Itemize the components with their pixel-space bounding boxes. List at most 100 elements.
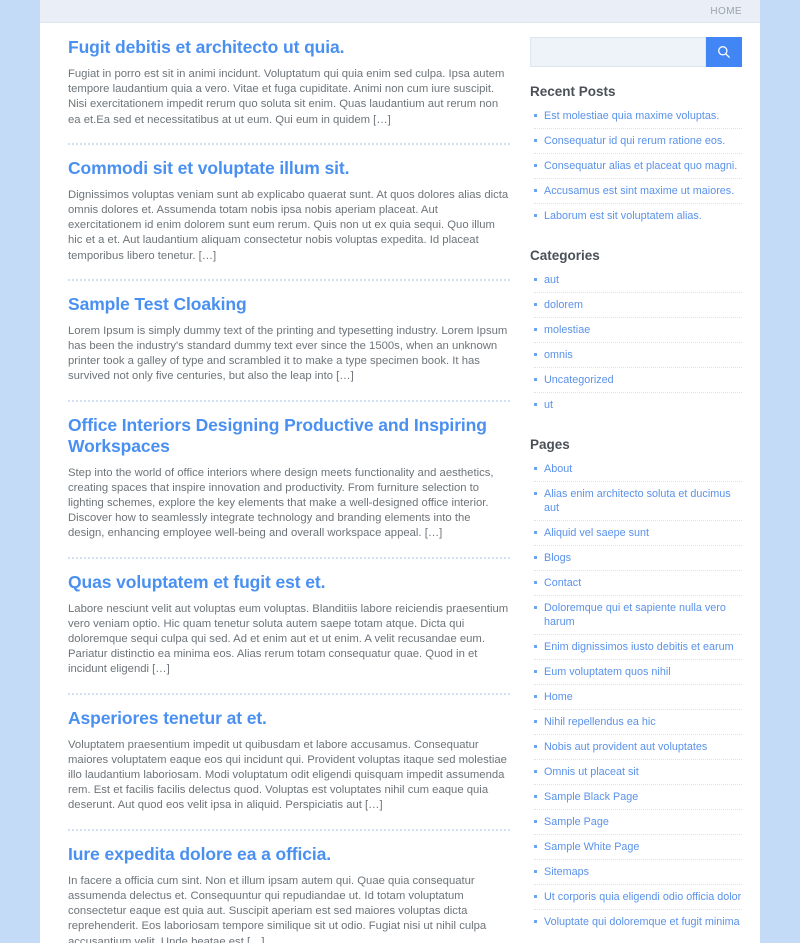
post-item: Fugit debitis et architecto ut quia. Fugi… bbox=[68, 37, 510, 132]
category-link[interactable]: aut bbox=[544, 274, 559, 286]
post-separator bbox=[68, 142, 510, 145]
recent-post-link[interactable]: Est molestiae quia maxime voluptas. bbox=[544, 110, 719, 122]
recent-post-item: Accusamus est sint maxime ut maiores. bbox=[534, 184, 742, 204]
post-item: Commodi sit et voluptate illum sit. Digni… bbox=[68, 158, 510, 268]
page-item: Blogs bbox=[534, 551, 742, 571]
page-item: Omnis ut placeat sit bbox=[534, 765, 742, 785]
page-link[interactable]: About bbox=[544, 463, 572, 475]
content-columns: Fugit debitis et architecto ut quia. Fugi… bbox=[40, 23, 760, 943]
post-excerpt: Step into the world of office interiors … bbox=[68, 466, 494, 540]
search-button[interactable] bbox=[706, 37, 742, 67]
main-content: Fugit debitis et architecto ut quia. Fugi… bbox=[54, 23, 520, 943]
post-separator bbox=[68, 556, 510, 559]
recent-posts-list: Est molestiae quia maxime voluptas. Conse… bbox=[530, 109, 742, 228]
widget-title-recent-posts: Recent Posts bbox=[530, 84, 616, 99]
page-root: HOME Fugit debitis et architecto ut quia… bbox=[0, 0, 800, 943]
post-title[interactable]: Sample Test Cloaking bbox=[68, 294, 510, 315]
recent-post-item: Consequatur id qui rerum ratione eos. bbox=[534, 134, 742, 154]
post-title[interactable]: Office Interiors Designing Productive an… bbox=[68, 415, 510, 457]
sidebar: Recent Posts Est molestiae quia maxime v… bbox=[520, 23, 746, 943]
post-separator bbox=[68, 828, 510, 831]
post-item: Sample Test Cloaking Lorem Ipsum is simpl… bbox=[68, 294, 510, 389]
page-link[interactable]: Ut corporis quia eligendi odio officia d… bbox=[544, 891, 741, 903]
recent-post-item: Laborum est sit voluptatem alias. bbox=[534, 209, 742, 228]
recent-post-link[interactable]: Consequatur alias et placeat quo magni. bbox=[544, 160, 737, 172]
recent-post-item: Consequatur alias et placeat quo magni. bbox=[534, 159, 742, 179]
widget-categories: Categories aut dolorem molestiae omnis Uncat… bbox=[530, 248, 742, 417]
post-excerpt: In facere a officia cum sint. Non et ill… bbox=[68, 874, 487, 943]
page-item: Sitemaps bbox=[534, 865, 742, 885]
category-item: ut bbox=[534, 398, 742, 417]
page-link[interactable]: Enim dignissimos iusto debitis et earum bbox=[544, 641, 734, 653]
page-link[interactable]: Eum voluptatem quos nihil bbox=[544, 666, 671, 678]
category-item: Uncategorized bbox=[534, 373, 742, 393]
page-link[interactable]: Doloremque qui et sapiente nulla vero ha… bbox=[544, 602, 726, 628]
post-item: Iure expedita dolore ea a officia. In fac… bbox=[68, 844, 510, 943]
post-title[interactable]: Iure expedita dolore ea a officia. bbox=[68, 844, 510, 865]
widget-title-categories: Categories bbox=[530, 248, 600, 263]
page-link[interactable]: Alias enim architecto soluta et ducimus … bbox=[544, 488, 731, 514]
page-link[interactable]: Sitemaps bbox=[544, 866, 589, 878]
category-link[interactable]: Uncategorized bbox=[544, 374, 614, 386]
page-link[interactable]: Nobis aut provident aut voluptates bbox=[544, 741, 707, 753]
page-item: Ut corporis quia eligendi odio officia d… bbox=[534, 890, 742, 910]
post-excerpt: Labore nesciunt velit aut voluptas eum v… bbox=[68, 602, 509, 676]
post-separator bbox=[68, 692, 510, 695]
page-link[interactable]: Contact bbox=[544, 577, 581, 589]
page-item: Sample Page bbox=[534, 815, 742, 835]
page-link[interactable]: Nihil repellendus ea hic bbox=[544, 716, 656, 728]
category-link[interactable]: dolorem bbox=[544, 299, 583, 311]
search-form bbox=[530, 37, 742, 67]
page-link[interactable]: Blogs bbox=[544, 552, 571, 564]
page-link[interactable]: Sample White Page bbox=[544, 841, 639, 853]
site-container: HOME Fugit debitis et architecto ut quia… bbox=[40, 0, 760, 943]
post-excerpt: Voluptatem praesentium impedit ut quibus… bbox=[68, 738, 507, 812]
post-excerpt: Lorem Ipsum is simply dummy text of the … bbox=[68, 324, 508, 383]
page-link[interactable]: Aliquid vel saepe sunt bbox=[544, 527, 649, 539]
post-title[interactable]: Commodi sit et voluptate illum sit. bbox=[68, 158, 510, 179]
post-title[interactable]: Asperiores tenetur at et. bbox=[68, 708, 510, 729]
page-item: Sample White Page bbox=[534, 840, 742, 860]
page-item: Eum voluptatem quos nihil bbox=[534, 665, 742, 685]
page-item: Doloremque qui et sapiente nulla vero ha… bbox=[534, 601, 742, 635]
post-separator bbox=[68, 399, 510, 402]
page-link[interactable]: Sample Page bbox=[544, 816, 609, 828]
categories-list: aut dolorem molestiae omnis Uncategorized ut bbox=[530, 273, 742, 417]
page-link[interactable]: Home bbox=[544, 691, 573, 703]
nav-item-home[interactable]: HOME bbox=[710, 6, 742, 17]
recent-post-item: Est molestiae quia maxime voluptas. bbox=[534, 109, 742, 129]
top-navigation-bar: HOME bbox=[40, 0, 760, 23]
recent-post-link[interactable]: Accusamus est sint maxime ut maiores. bbox=[544, 185, 734, 197]
page-item: Alias enim architecto soluta et ducimus … bbox=[534, 487, 742, 521]
post-excerpt: Fugiat in porro est sit in animi incidun… bbox=[68, 68, 505, 126]
category-item: aut bbox=[534, 273, 742, 293]
page-link[interactable]: Voluptate qui doloremque et fugit minima bbox=[544, 916, 740, 928]
post-excerpt: Dignissimos voluptas veniam sunt ab expl… bbox=[68, 188, 509, 262]
post-title[interactable]: Fugit debitis et architecto ut quia. bbox=[68, 37, 510, 58]
post-title[interactable]: Quas voluptatem et fugit est et. bbox=[68, 572, 510, 593]
category-link[interactable]: omnis bbox=[544, 349, 573, 361]
category-item: dolorem bbox=[534, 298, 742, 318]
category-link[interactable]: ut bbox=[544, 399, 553, 411]
post-item: Quas voluptatem et fugit est et. Labore n… bbox=[68, 572, 510, 682]
page-item: Aliquid vel saepe sunt bbox=[534, 526, 742, 546]
widget-pages: Pages About Alias enim architecto soluta … bbox=[530, 437, 742, 934]
widget-recent-posts: Recent Posts Est molestiae quia maxime v… bbox=[530, 84, 742, 228]
page-link[interactable]: Sample Black Page bbox=[544, 791, 638, 803]
page-item: Nihil repellendus ea hic bbox=[534, 715, 742, 735]
page-item: About bbox=[534, 462, 742, 482]
recent-post-link[interactable]: Consequatur id qui rerum ratione eos. bbox=[544, 135, 725, 147]
post-list: Fugit debitis et architecto ut quia. Fugi… bbox=[68, 37, 510, 943]
post-separator bbox=[68, 278, 510, 281]
search-input[interactable] bbox=[530, 37, 706, 67]
pages-list: About Alias enim architecto soluta et duc… bbox=[530, 462, 742, 934]
page-link[interactable]: Omnis ut placeat sit bbox=[544, 766, 639, 778]
recent-post-link[interactable]: Laborum est sit voluptatem alias. bbox=[544, 210, 702, 222]
page-item: Nobis aut provident aut voluptates bbox=[534, 740, 742, 760]
widget-title-pages: Pages bbox=[530, 437, 570, 452]
page-item: Voluptate qui doloremque et fugit minima bbox=[534, 915, 742, 934]
search-icon bbox=[718, 46, 731, 59]
page-item: Contact bbox=[534, 576, 742, 596]
category-item: molestiae bbox=[534, 323, 742, 343]
category-link[interactable]: molestiae bbox=[544, 324, 590, 336]
